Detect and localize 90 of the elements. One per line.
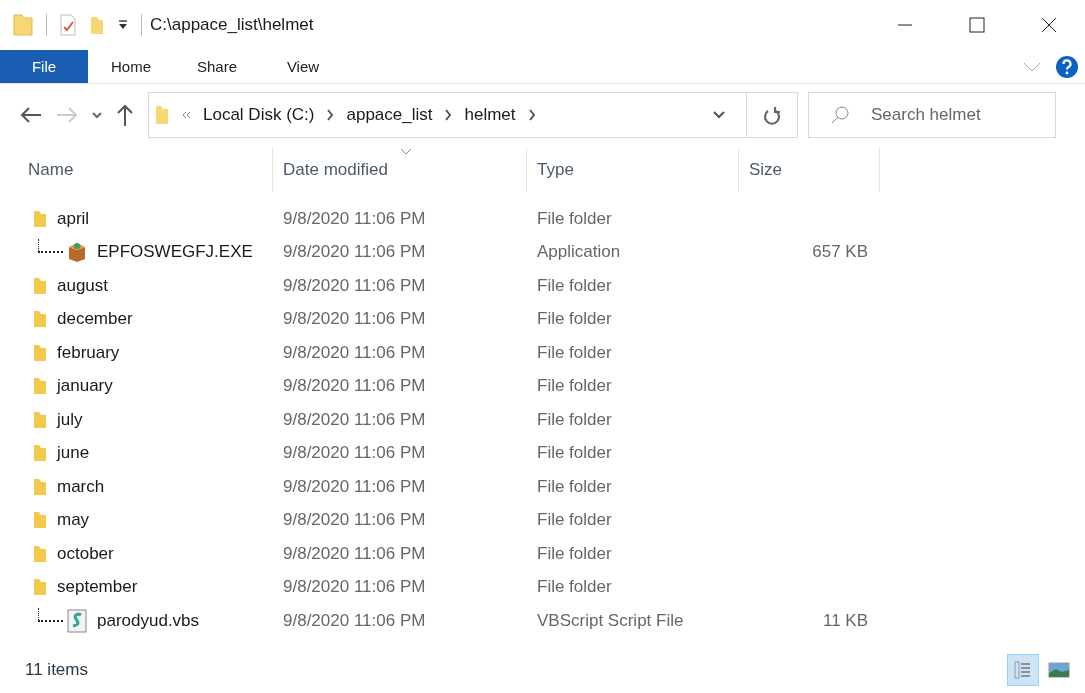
type-cell-text: File folder <box>536 342 613 363</box>
type-cell-text: File folder <box>536 275 613 296</box>
date-cell-text: 9/8/2020 11:06 PM <box>282 443 427 464</box>
breadcrumb-item[interactable]: Local Disk (C:) <box>203 105 315 125</box>
type-cell-text: File folder <box>536 577 613 598</box>
landscape-picture-icon <box>1048 662 1070 678</box>
size-cell: 657 KB <box>812 242 868 262</box>
window-title: C:\appace_list\helmet <box>150 15 314 35</box>
file-name[interactable]: september <box>57 577 138 598</box>
chevron-down-icon[interactable] <box>92 111 102 119</box>
up-arrow-icon[interactable] <box>116 104 134 126</box>
properties-icon[interactable] <box>59 14 77 36</box>
ribbon-tab[interactable]: Home <box>88 50 174 83</box>
help-icon[interactable] <box>1055 54 1079 79</box>
file-name[interactable]: december <box>57 309 133 330</box>
column-header[interactable]: Type <box>527 148 739 192</box>
file-name[interactable]: april <box>57 208 90 229</box>
item-count: 11 items <box>25 660 88 680</box>
folder-icon <box>155 105 169 125</box>
box-icon <box>67 241 87 264</box>
type-cell-text: Application <box>536 242 622 263</box>
double-chevron-icon <box>181 111 191 119</box>
file-name[interactable]: july <box>57 409 83 430</box>
folder-icon <box>33 578 47 597</box>
tree-connector <box>38 607 63 622</box>
chevron-down-icon[interactable] <box>712 110 726 120</box>
date-cell-text: 9/8/2020 11:06 PM <box>282 309 427 330</box>
type-cell-text: VBScript Script File <box>536 610 685 631</box>
breadcrumb-item[interactable]: helmet <box>464 105 516 125</box>
dropdown-icon[interactable] <box>117 19 129 31</box>
type-cell-text: File folder <box>536 443 613 464</box>
maximize-icon[interactable] <box>969 17 985 33</box>
folder-icon <box>33 343 47 362</box>
type-cell-text: File folder <box>536 510 613 531</box>
search-icon <box>830 105 850 125</box>
file-name[interactable]: february <box>57 342 120 363</box>
date-cell-text: 9/8/2020 11:06 PM <box>282 275 427 296</box>
file-name[interactable]: parodyud.vbs <box>97 610 200 631</box>
date-cell-text: 9/8/2020 11:06 PM <box>282 342 427 363</box>
file-name[interactable]: may <box>57 510 90 531</box>
file-name[interactable]: october <box>57 543 114 564</box>
chevron-right-icon[interactable] <box>444 109 453 121</box>
file-name[interactable]: june <box>57 443 90 464</box>
chevron-right-icon[interactable] <box>326 109 335 121</box>
date-cell-text: 9/8/2020 11:06 PM <box>282 510 427 531</box>
folder-icon <box>33 310 47 329</box>
ribbon-tab[interactable]: Share <box>174 50 260 83</box>
type-cell-text: File folder <box>536 476 613 497</box>
type-cell-text: File folder <box>536 376 613 397</box>
close-icon[interactable] <box>1041 17 1057 33</box>
type-cell-text: File folder <box>536 543 613 564</box>
date-cell-text: 9/8/2020 11:06 PM <box>282 208 427 229</box>
folder-icon <box>33 544 47 563</box>
file-name[interactable]: august <box>57 275 109 296</box>
date-cell-text: 9/8/2020 11:06 PM <box>282 376 427 397</box>
date-cell-text: 9/8/2020 11:06 PM <box>282 543 427 564</box>
tree-connector <box>38 239 63 254</box>
folder-icon <box>33 410 47 429</box>
file-name[interactable]: march <box>57 476 105 497</box>
folder-icon <box>12 13 34 37</box>
refresh-icon[interactable] <box>763 105 781 125</box>
file-name[interactable]: EPFOSWEGFJ.EXE <box>97 242 253 263</box>
date-cell-text: 9/8/2020 11:06 PM <box>282 476 427 497</box>
date-cell-text: 9/8/2020 11:06 PM <box>282 242 427 263</box>
folder-icon <box>33 477 47 496</box>
breadcrumb-item[interactable]: appace_list <box>346 105 433 125</box>
type-cell-text: File folder <box>536 409 613 430</box>
back-arrow-icon[interactable] <box>20 106 42 124</box>
folder-icon <box>33 209 47 228</box>
date-cell-text: 9/8/2020 11:06 PM <box>282 577 427 598</box>
type-cell-text: File folder <box>536 309 613 330</box>
size-cell: 11 KB <box>822 610 868 630</box>
address-bar[interactable]: Local Disk (C:) appace_list helmet <box>148 92 798 138</box>
type-cell-text: File folder <box>536 208 613 229</box>
folder-icon <box>33 276 47 295</box>
search-field[interactable]: Search helmet <box>808 92 1056 138</box>
ribbon-tab[interactable]: File <box>0 50 88 83</box>
column-header[interactable]: Name <box>0 148 273 192</box>
file-name[interactable]: january <box>57 376 113 397</box>
ribbon-tab[interactable]: View <box>260 50 346 83</box>
details-list-icon <box>1013 660 1033 680</box>
folder-icon <box>33 511 47 530</box>
date-cell-text: 9/8/2020 11:06 PM <box>282 409 427 430</box>
column-header[interactable]: Size <box>739 148 880 192</box>
folder-icon <box>33 377 47 396</box>
column-header[interactable]: Date modified <box>273 148 527 192</box>
chevron-right-icon[interactable] <box>527 109 536 121</box>
folder-icon <box>33 444 47 463</box>
date-cell-text: 9/8/2020 11:06 PM <box>282 610 427 631</box>
script-file-icon <box>67 608 87 633</box>
